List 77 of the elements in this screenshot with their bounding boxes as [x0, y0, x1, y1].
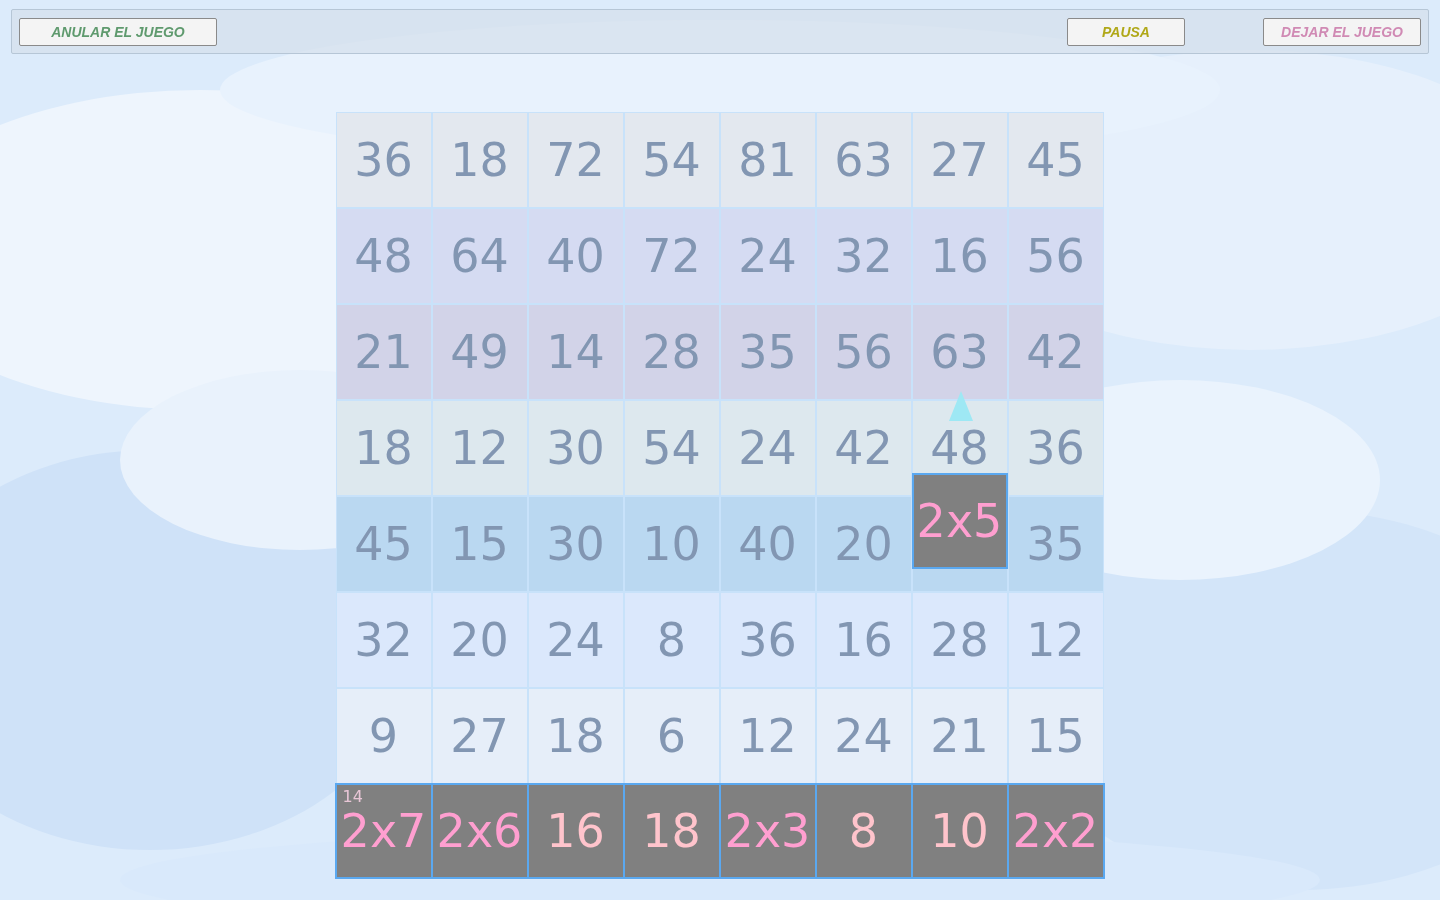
cell-number: 45 [354, 521, 413, 567]
cell-number: 63 [930, 329, 989, 375]
cancel-game-button[interactable]: ANULAR EL JUEGO [19, 17, 217, 46]
cell-number: 28 [642, 329, 701, 375]
tile-label: 2x3 [724, 804, 811, 858]
cell-number: 40 [546, 233, 605, 279]
cell-number: 21 [930, 713, 989, 759]
answer-tile[interactable]: 2x3 [720, 785, 815, 877]
cell-number: 12 [450, 425, 509, 471]
cell-number: 14 [546, 329, 605, 375]
cell-number: 18 [450, 137, 509, 183]
tile-label: 2x6 [436, 804, 523, 858]
cell-number: 12 [738, 713, 797, 759]
cell-number: 40 [738, 521, 797, 567]
cell-number: 35 [738, 329, 797, 375]
cell-number: 15 [1026, 713, 1085, 759]
faded-number: 14 [342, 789, 363, 805]
cell-number: 49 [450, 329, 509, 375]
answer-tile[interactable]: 2x6 [432, 785, 527, 877]
cell-number: 24 [738, 425, 797, 471]
cell-number: 6 [656, 713, 687, 759]
cell-number: 20 [450, 617, 509, 663]
tile-label: 10 [930, 804, 989, 858]
cell-number: 54 [642, 137, 701, 183]
cell-number: 48 [354, 233, 413, 279]
cell-number: 16 [930, 233, 989, 279]
answer-tile[interactable]: 8 [816, 785, 911, 877]
tile-label: 8 [848, 804, 879, 858]
cell-number: 28 [930, 617, 989, 663]
cell-number: 56 [1026, 233, 1085, 279]
cell-number: 20 [834, 521, 893, 567]
glow-trail [948, 391, 973, 421]
answer-tile[interactable]: 18 [624, 785, 719, 877]
cell-number: 12 [1026, 617, 1085, 663]
cell-number: 32 [354, 617, 413, 663]
cell-number: 24 [738, 233, 797, 279]
cell-number: 9 [368, 713, 399, 759]
cell-number: 27 [450, 713, 509, 759]
cell-number: 35 [1026, 521, 1085, 567]
cell-number: 15 [450, 521, 509, 567]
cell-number: 48 [930, 425, 989, 471]
cell-number: 36 [738, 617, 797, 663]
cell-number: 8 [656, 617, 687, 663]
falling-tile[interactable]: 2x5 [911, 473, 1008, 569]
cell-number: 36 [1026, 425, 1085, 471]
tile-label: 18 [642, 804, 701, 858]
cell-number: 36 [354, 137, 413, 183]
cell-number: 21 [354, 329, 413, 375]
cell-number: 42 [834, 425, 893, 471]
cell-number: 63 [834, 137, 893, 183]
cell-number: 54 [642, 425, 701, 471]
cell-number: 10 [642, 521, 701, 567]
cell-number: 72 [642, 233, 701, 279]
cell-number: 81 [738, 137, 797, 183]
tile-label: 16 [546, 804, 605, 858]
answer-tile[interactable]: 10 [912, 785, 1007, 877]
cell-number: 45 [1026, 137, 1085, 183]
answer-tile[interactable]: 14 2x7 [336, 785, 431, 877]
cell-number: 42 [1026, 329, 1085, 375]
cell-number: 72 [546, 137, 605, 183]
cell-number: 16 [834, 617, 893, 663]
cell-number: 18 [546, 713, 605, 759]
cell-number: 18 [354, 425, 413, 471]
pause-button[interactable]: PAUSA [1067, 17, 1185, 46]
cell-number: 24 [834, 713, 893, 759]
cell-number: 24 [546, 617, 605, 663]
cell-number: 27 [930, 137, 989, 183]
cell-number: 64 [450, 233, 509, 279]
cell-number: 32 [834, 233, 893, 279]
tile-label: 2x2 [1012, 804, 1099, 858]
cell-number: 30 [546, 521, 605, 567]
answer-tile[interactable]: 2x2 [1008, 785, 1103, 877]
answer-tile[interactable]: 16 [528, 785, 623, 877]
cell-number: 30 [546, 425, 605, 471]
quit-game-button[interactable]: DEJAR EL JUEGO [1263, 17, 1421, 46]
tile-label: 2x7 [340, 804, 427, 858]
cell-number: 56 [834, 329, 893, 375]
